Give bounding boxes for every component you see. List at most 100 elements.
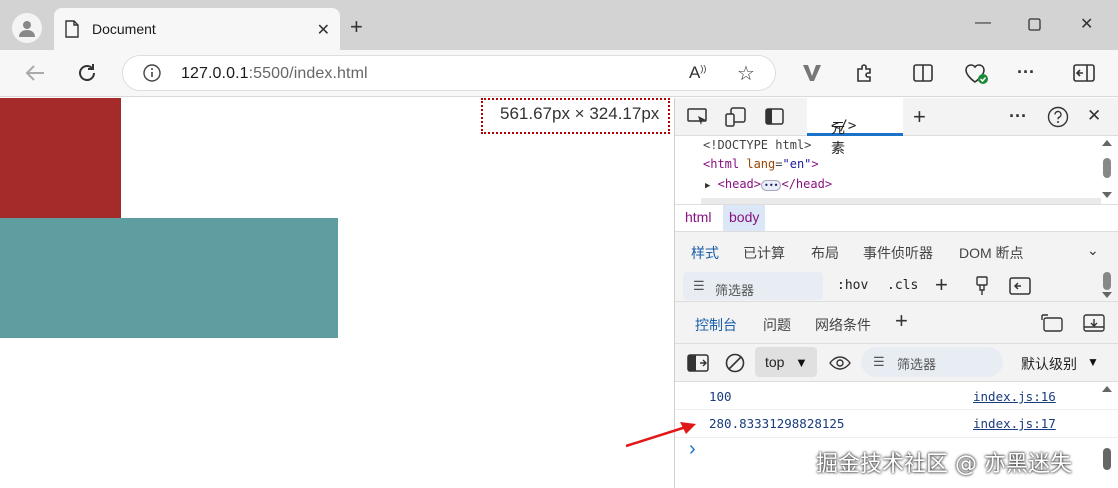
clear-console-icon[interactable] bbox=[725, 353, 745, 373]
log-level-chevron-icon[interactable]: ▼ bbox=[1087, 355, 1099, 369]
breadcrumb-body[interactable]: body bbox=[723, 205, 766, 231]
html-open-tag: <html bbox=[703, 157, 740, 171]
undock-drawer-icon[interactable] bbox=[1041, 314, 1063, 332]
more-options-icon[interactable]: ··· bbox=[1017, 62, 1035, 83]
styles-scrollbar[interactable] bbox=[1101, 272, 1113, 300]
close-window-icon[interactable]: ✕ bbox=[1080, 14, 1093, 34]
navigation-bar: 127.0.0.1:5500/index.html A)) ☆ ··· bbox=[0, 50, 1118, 97]
styles-subtabs: 样式 已计算 布局 事件侦听器 DOM 断点 ⌄ bbox=[675, 232, 1118, 270]
hov-button[interactable]: :hov bbox=[837, 278, 868, 293]
new-tab-button[interactable]: + bbox=[350, 16, 363, 38]
devtools-close-icon[interactable]: ✕ bbox=[1087, 106, 1101, 126]
help-icon[interactable] bbox=[1047, 106, 1069, 128]
chevron-down-icon[interactable]: ⌄ bbox=[1087, 242, 1099, 259]
tab-event-listeners[interactable]: 事件侦听器 bbox=[863, 243, 933, 263]
doctype-text: <!DOCTYPE html> bbox=[703, 138, 812, 152]
add-panel-icon[interactable]: + bbox=[913, 104, 926, 130]
sidebar-toggle-icon[interactable] bbox=[1073, 64, 1095, 82]
context-selector-value: top bbox=[765, 354, 785, 370]
tab-computed[interactable]: 已计算 bbox=[743, 243, 785, 263]
head-open-tag: <head> bbox=[717, 177, 762, 191]
browser-tab[interactable]: Document ✕ bbox=[54, 8, 340, 50]
dom-tree: <!DOCTYPE html> <html lang="en"> ▶ <head… bbox=[675, 136, 1118, 204]
console-filter-placeholder: 筛选器 bbox=[897, 357, 937, 372]
context-selector[interactable]: top ▼ bbox=[755, 347, 817, 377]
toggle-sidebar-icon[interactable] bbox=[1009, 277, 1031, 295]
tab-styles[interactable]: 样式 bbox=[691, 243, 719, 263]
refresh-icon[interactable] bbox=[76, 62, 98, 84]
html-attr-value: "en" bbox=[782, 157, 812, 171]
log-source-link[interactable]: index.js:16 bbox=[973, 389, 1056, 404]
url-text[interactable]: 127.0.0.1:5500/index.html bbox=[181, 65, 368, 83]
console-sidebar-icon[interactable] bbox=[687, 354, 709, 372]
head-close-tag: </head> bbox=[781, 177, 833, 191]
dom-html-node[interactable]: <html lang="en"> bbox=[703, 157, 819, 171]
new-style-rule-icon[interactable]: + bbox=[935, 272, 948, 298]
log-value[interactable]: 100 bbox=[709, 389, 732, 404]
dropdown-triangle-icon: ▼ bbox=[795, 355, 808, 370]
dock-side-icon[interactable] bbox=[765, 108, 785, 126]
read-aloud-icon[interactable]: A)) bbox=[689, 63, 706, 83]
info-icon[interactable] bbox=[143, 64, 161, 82]
console-scroll-thumb[interactable] bbox=[1103, 448, 1111, 470]
devtools-toolbar: </> 元素 + ··· ✕ bbox=[675, 98, 1118, 156]
split-screen-icon[interactable] bbox=[912, 62, 934, 84]
console-scroll-up-icon[interactable] bbox=[1102, 386, 1112, 392]
html-attr-name: lang bbox=[746, 157, 776, 171]
tab-close-icon[interactable]: ✕ bbox=[317, 20, 330, 40]
html-open-close: > bbox=[811, 157, 819, 171]
close-drawer-icon[interactable] bbox=[1083, 314, 1105, 332]
console-scrollbar[interactable] bbox=[1101, 386, 1113, 486]
styles-filter-placeholder: 筛选器 bbox=[715, 283, 755, 298]
person-icon bbox=[19, 21, 35, 37]
tab-dom-breakpoints[interactable]: DOM 断点 bbox=[959, 243, 1024, 263]
page-viewport: 561.67px × 324.17px bbox=[0, 98, 674, 488]
breadcrumb-html[interactable]: html bbox=[679, 209, 717, 225]
address-bar[interactable]: 127.0.0.1:5500/index.html A)) ☆ bbox=[122, 55, 776, 91]
console-filter-icon: ☰ bbox=[873, 354, 885, 369]
title-bar: Document ✕ + — ✕ bbox=[0, 0, 1118, 50]
url-path: :5500/index.html bbox=[248, 65, 368, 82]
teal-box bbox=[0, 218, 338, 338]
dom-head-node[interactable]: ▶ <head> ••• </head> bbox=[705, 177, 832, 191]
scroll-up-icon[interactable] bbox=[1102, 140, 1112, 146]
cls-button[interactable]: .cls bbox=[887, 278, 918, 293]
add-drawer-tab-icon[interactable]: + bbox=[895, 308, 908, 334]
tab-issues[interactable]: 问题 bbox=[763, 315, 791, 335]
dom-scrollbar[interactable] bbox=[1101, 140, 1113, 204]
back-icon[interactable] bbox=[24, 62, 46, 84]
extension-v-icon[interactable] bbox=[802, 64, 822, 82]
log-row: 280.83331298828125 index.js:17 bbox=[675, 410, 1118, 438]
collapsed-dots[interactable]: ••• bbox=[761, 180, 782, 191]
document-icon bbox=[65, 20, 79, 38]
tab-network-conditions[interactable]: 网络条件 bbox=[815, 315, 871, 335]
dom-doctype[interactable]: <!DOCTYPE html> bbox=[703, 138, 811, 152]
styles-scroll-thumb[interactable] bbox=[1103, 272, 1111, 290]
scroll-thumb[interactable] bbox=[1103, 158, 1111, 178]
tab-layout[interactable]: 布局 bbox=[811, 243, 839, 263]
maximize-icon[interactable] bbox=[1028, 18, 1041, 31]
scroll-down-icon[interactable] bbox=[1102, 192, 1112, 198]
expand-triangle-icon[interactable]: ▶ bbox=[705, 181, 710, 191]
favorite-star-icon[interactable]: ☆ bbox=[737, 61, 755, 86]
styles-filter-row: ☰ 筛选器 :hov .cls + bbox=[675, 270, 1118, 302]
annotation-arrow bbox=[625, 422, 696, 448]
browser-essentials-icon[interactable] bbox=[964, 62, 990, 86]
profile-avatar[interactable] bbox=[12, 13, 42, 43]
inspect-element-icon[interactable] bbox=[687, 108, 709, 126]
log-level-dropdown[interactable]: 默认级别 bbox=[1021, 354, 1077, 374]
tab-console[interactable]: 控制台 bbox=[695, 315, 737, 335]
minimize-icon[interactable]: — bbox=[975, 14, 991, 32]
tab-elements[interactable]: </> 元素 bbox=[807, 98, 903, 156]
extensions-puzzle-icon[interactable] bbox=[854, 62, 876, 84]
log-source-link[interactable]: index.js:17 bbox=[973, 416, 1056, 431]
styles-filter-input[interactable]: ☰ 筛选器 bbox=[683, 272, 823, 300]
device-emulation-icon[interactable] bbox=[725, 107, 747, 127]
element-state-icon[interactable] bbox=[975, 276, 989, 296]
console-filter-input[interactable]: ☰ 筛选器 bbox=[861, 347, 1003, 377]
log-value[interactable]: 280.83331298828125 bbox=[709, 416, 844, 431]
devtools-more-icon[interactable]: ··· bbox=[1009, 106, 1027, 127]
live-expression-eye-icon[interactable] bbox=[829, 355, 851, 371]
styles-scroll-down-icon[interactable] bbox=[1102, 292, 1112, 298]
red-box bbox=[0, 98, 121, 218]
